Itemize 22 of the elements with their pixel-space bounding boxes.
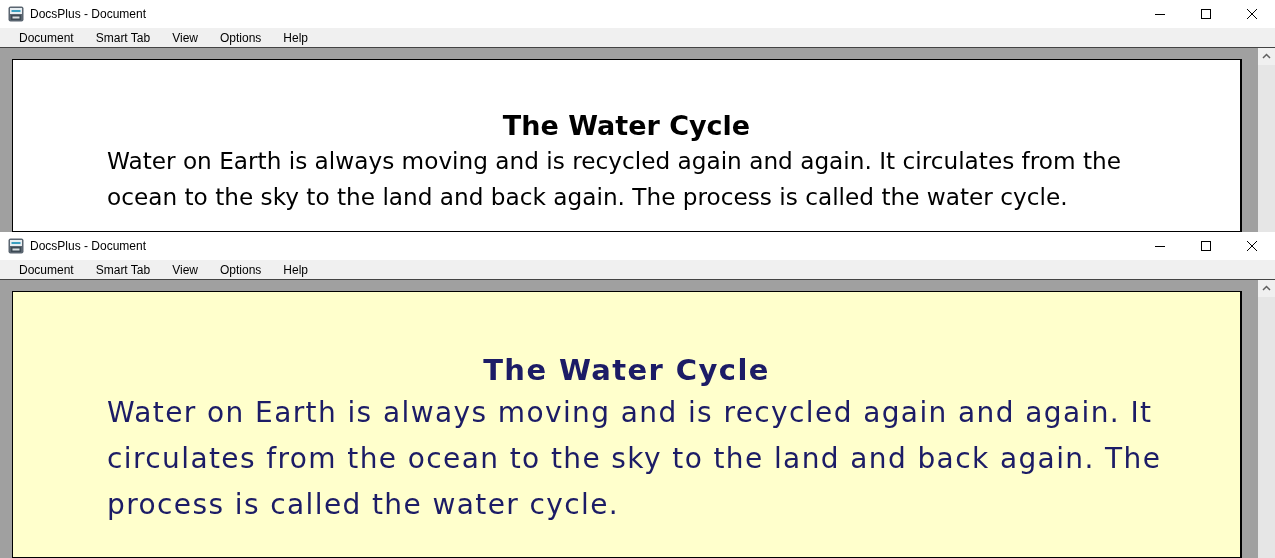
scroll-up-icon[interactable] <box>1258 48 1275 65</box>
menu-item[interactable]: Document <box>8 30 85 45</box>
menu-item[interactable]: Options <box>208 30 273 45</box>
menu-item[interactable]: Help <box>272 262 319 277</box>
app-icon <box>8 238 24 254</box>
window-title: DocsPlus - Document <box>30 7 147 21</box>
scrollbar[interactable] <box>1258 48 1275 232</box>
menu-item[interactable]: Smart Tab <box>84 30 162 45</box>
menu-item[interactable]: Options <box>208 262 273 277</box>
document-heading: The Water Cycle <box>501 109 752 143</box>
menu-item[interactable]: Smart Tab <box>84 262 162 277</box>
scrollbar[interactable] <box>1258 280 1275 558</box>
document-heading: The Water Cycle <box>482 352 771 389</box>
document-paragraph: Water on Earth is always moving and is recycled again and again. It circulates from the ocean to the sky to the land and back again. The process is called the water cycle. <box>107 146 1122 213</box>
menu-item[interactable]: Document <box>8 262 85 277</box>
menu-item[interactable]: View <box>161 262 209 277</box>
scroll-up-icon[interactable] <box>1258 280 1275 297</box>
document-paragraph: Water on Earth is always moving and is recycled again and again. It circulates from the ocean to the sky to the land and back again. The process is called the water cycle. <box>107 394 1163 523</box>
window-title: DocsPlus - Document <box>30 239 147 253</box>
menu-item[interactable]: View <box>161 30 209 45</box>
menu-item[interactable]: Help <box>272 30 319 45</box>
app-icon <box>8 6 24 22</box>
